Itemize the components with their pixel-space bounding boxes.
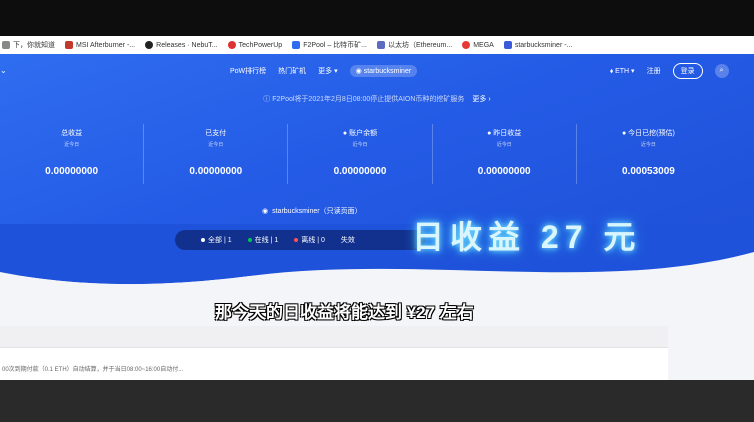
- bookmark-item[interactable]: 以太坊（Ethereum...: [377, 40, 452, 50]
- stat-yesterday: ● 昨日收益 近今日 0.00000000: [433, 124, 577, 184]
- filter-invalid[interactable]: 失效: [341, 235, 355, 245]
- stat-sub: 近今日: [208, 142, 224, 148]
- all-dot-icon: [201, 238, 205, 243]
- stat-value: 0.00000000: [333, 166, 387, 177]
- bookmark-item[interactable]: Releases · NebuT...: [145, 41, 218, 49]
- stat-value: 0.00000000: [45, 166, 99, 177]
- worker-filter-bar: 全部 | 1 在线 | 1 离线 | 0 失效: [175, 230, 425, 250]
- bookmark-item[interactable]: F2Pool – 比特币矿...: [292, 40, 367, 50]
- stat-value: 0.00053009: [621, 166, 675, 177]
- stat-sub: 近今日: [496, 142, 512, 148]
- notice-icon: ⓘ: [263, 96, 273, 103]
- eye-icon: ◉: [355, 68, 364, 75]
- coin-selector[interactable]: ⬧ ETH ▾: [610, 67, 635, 76]
- stats-row: 总收益 近今日 0.00000000 已支付 近今日 0.00000000 ● …: [0, 124, 720, 184]
- payout-panel-header: [0, 326, 668, 348]
- top-nav: ⌄ PoW排行榜 热门矿机 更多 ▾ ◉ starbucksminer ⬧ ET…: [0, 62, 754, 80]
- stat-label: 总收益: [61, 130, 83, 137]
- nav-more[interactable]: 更多 ▾: [318, 66, 337, 76]
- video-bottom-bar: [0, 380, 754, 422]
- notice-more-link[interactable]: 更多 ›: [472, 96, 490, 103]
- stat-value: 0.00000000: [189, 166, 243, 177]
- mega-icon: [462, 41, 471, 49]
- bookmark-item[interactable]: 下，你就知道: [2, 40, 55, 50]
- stat-label: 已支付: [205, 130, 227, 137]
- bookmark-item[interactable]: MEGA: [462, 41, 494, 49]
- stat-paid: 已支付 近今日 0.00000000: [144, 124, 289, 184]
- ethereum-icon: [377, 41, 385, 49]
- nav-pow-ranking[interactable]: PoW排行榜: [230, 66, 266, 76]
- offline-dot-icon: [294, 238, 299, 243]
- stat-label: ● 今日已挖(预估): [621, 130, 675, 137]
- github-icon: [145, 41, 154, 49]
- starbucksminer-icon: [503, 41, 512, 49]
- video-overlay-caption: 日收益 27 元: [412, 219, 642, 255]
- notice-text: F2Pool将于2021年2月8日08:00停止提供AION币种的挖矿服务: [272, 96, 465, 103]
- techpowerup-icon: [227, 41, 236, 49]
- search-icon[interactable]: ⌕: [714, 64, 729, 78]
- stat-label: ● 昨日收益: [487, 130, 522, 137]
- register-link[interactable]: 注册: [647, 66, 661, 76]
- eye-icon: ◉: [262, 208, 269, 215]
- stat-value: 0.00000000: [477, 166, 531, 177]
- msi-icon: [65, 41, 73, 49]
- bookmark-icon: [2, 41, 10, 49]
- video-subtitle: 那今天的日收益将能达到 ¥27 左右: [215, 303, 474, 322]
- stat-label: ● 账户余额: [342, 130, 378, 137]
- chevron-down-icon[interactable]: ⌄: [0, 66, 7, 75]
- stat-balance: ● 账户余额 近今日 0.00000000: [288, 124, 433, 184]
- stat-today-estimate: ● 今日已挖(预估) 近今日 0.00053009: [577, 124, 720, 184]
- filter-all[interactable]: 全部 | 1: [201, 235, 232, 245]
- account-readonly-label: ◉ starbucksminer（只读页面）: [262, 208, 362, 215]
- page-content: ⌄ PoW排行榜 热门矿机 更多 ▾ ◉ starbucksminer ⬧ ET…: [0, 54, 754, 422]
- filter-online[interactable]: 在线 | 1: [247, 235, 278, 245]
- bookmarks-bar: 下，你就知道 MSI Afterburner -... Releases · N…: [0, 36, 754, 54]
- stat-sub: 近今日: [640, 142, 656, 148]
- login-button[interactable]: 登录: [672, 63, 703, 79]
- payout-note: 00次到期付款（0.1 ETH）自动结算，并于当日08:00~16:00自动付.…: [2, 367, 184, 373]
- filter-offline[interactable]: 离线 | 0: [294, 235, 325, 245]
- stat-total-income: 总收益 近今日 0.00000000: [0, 124, 145, 184]
- stat-sub: 近今日: [64, 142, 80, 148]
- account-pill[interactable]: ◉ starbucksminer: [349, 65, 418, 77]
- bookmark-item[interactable]: TechPowerUp: [227, 41, 282, 49]
- nav-hot-miners[interactable]: 热门矿机: [278, 66, 306, 76]
- video-top-bar: [0, 0, 754, 36]
- online-dot-icon: [247, 238, 252, 243]
- bookmark-item[interactable]: MSI Afterburner -...: [65, 41, 135, 49]
- f2pool-icon: [292, 41, 301, 49]
- notice-bar: ⓘ F2Pool将于2021年2月8日08:00停止提供AION币种的挖矿服务更…: [0, 94, 754, 104]
- stat-sub: 近今日: [352, 142, 368, 148]
- bookmark-item[interactable]: starbucksminer -...: [503, 41, 572, 49]
